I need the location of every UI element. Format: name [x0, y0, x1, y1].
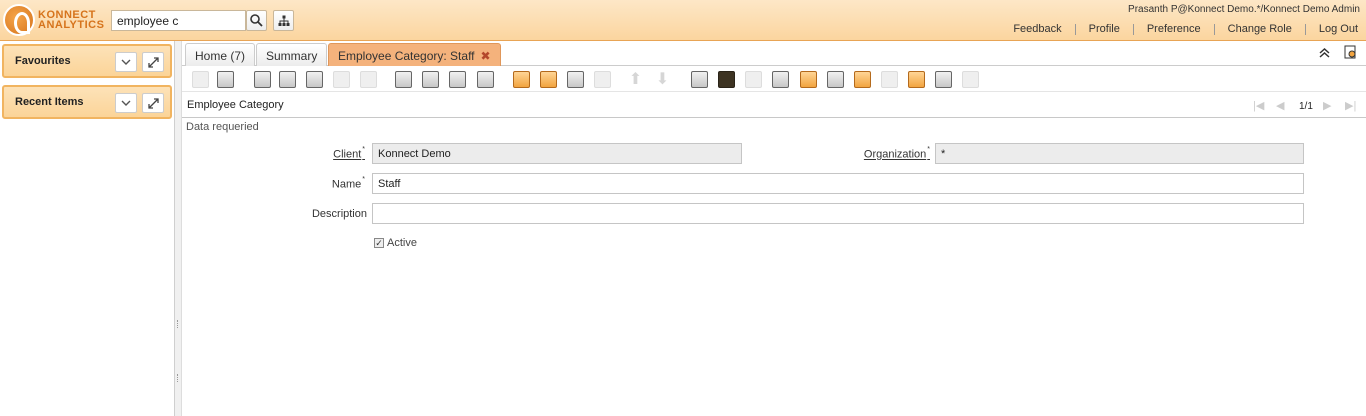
description-label: Description	[311, 208, 367, 220]
expand-icon	[147, 56, 159, 68]
favourites-expand-button[interactable]	[142, 52, 164, 72]
description-field[interactable]	[372, 203, 1304, 224]
name-field[interactable]: Staff	[372, 173, 1304, 194]
report-icon[interactable]	[691, 71, 708, 88]
first-record-icon[interactable]: |◀	[1253, 99, 1264, 112]
organization-label[interactable]: Organization*	[840, 146, 930, 161]
comment-icon[interactable]	[513, 71, 530, 88]
recent-items-title: Recent Items	[15, 96, 84, 108]
next-record-arrow-icon[interactable]: ⬇	[654, 71, 671, 88]
search-icon	[250, 14, 263, 27]
name-label: Name*	[331, 176, 365, 191]
global-search-input[interactable]: employee c	[111, 10, 246, 31]
tab-employee-category[interactable]: Employee Category: Staff ✖	[328, 43, 501, 66]
required-mark: *	[362, 146, 365, 153]
status-message: Data requeried	[186, 121, 259, 133]
copy-record-icon[interactable]	[279, 71, 296, 88]
refresh-icon[interactable]	[395, 71, 412, 88]
panel-splitter[interactable]	[175, 41, 182, 416]
required-mark: *	[927, 146, 930, 153]
product-info-icon[interactable]	[854, 71, 871, 88]
favourites-title: Favourites	[15, 55, 71, 67]
feedback-link[interactable]: Feedback	[1000, 24, 1074, 35]
delete-icon[interactable]	[306, 71, 323, 88]
collapse-up-button[interactable]	[1313, 41, 1335, 63]
chevron-down-icon	[121, 100, 131, 106]
recent-items-expand-button[interactable]	[142, 93, 164, 113]
splitter-grip	[177, 320, 179, 328]
favourites-collapse-button[interactable]	[115, 52, 137, 72]
client-label[interactable]: Client*	[300, 146, 365, 161]
organization-field[interactable]: *	[935, 143, 1304, 164]
workflow-icon[interactable]	[800, 71, 817, 88]
chat-icon[interactable]	[477, 71, 494, 88]
required-mark: *	[362, 176, 365, 183]
splitter-grip	[177, 374, 179, 382]
previous-record-arrow-icon[interactable]: ⬆	[627, 71, 644, 88]
print-icon[interactable]	[745, 71, 762, 88]
tab-home-label: Home (7)	[195, 49, 246, 63]
window-menu-button[interactable]	[1339, 41, 1361, 63]
find-icon[interactable]	[422, 71, 439, 88]
header-links: Feedback Profile Preference Change Role …	[1000, 24, 1358, 35]
window-title: Employee Category	[187, 99, 284, 111]
undo-icon[interactable]	[192, 71, 209, 88]
logo-text-line2: ANALYTICS	[38, 19, 105, 31]
help-icon[interactable]	[217, 71, 234, 88]
sitemap-icon	[278, 15, 289, 26]
close-tab-icon[interactable]: ✖	[481, 49, 491, 63]
lock-icon[interactable]	[827, 71, 844, 88]
post-it-icon[interactable]	[540, 71, 557, 88]
grid-toggle-icon[interactable]	[567, 71, 584, 88]
export-icon[interactable]	[908, 71, 925, 88]
client-field[interactable]: Konnect Demo	[372, 143, 742, 164]
west-panel: Favourites Recent Items	[0, 41, 175, 416]
tab-summary[interactable]: Summary	[256, 43, 328, 66]
document-icon	[1344, 45, 1355, 59]
customize-icon[interactable]	[962, 71, 979, 88]
recent-items-collapse-button[interactable]	[115, 93, 137, 113]
recent-items-panel[interactable]: Recent Items	[2, 85, 172, 119]
next-record-icon[interactable]: ▶	[1323, 99, 1331, 112]
chevron-down-icon	[121, 59, 131, 65]
new-record-icon[interactable]	[254, 71, 271, 88]
user-info: Prasanth P@Konnect Demo.*/Konnect Demo A…	[1128, 4, 1360, 15]
menu-tree-button[interactable]	[273, 10, 294, 31]
record-counter: 1/1	[1299, 101, 1313, 112]
save-new-icon[interactable]	[360, 71, 377, 88]
tab-summary-label: Summary	[266, 49, 318, 63]
import-icon[interactable]	[935, 71, 952, 88]
tab-home[interactable]: Home (7)	[185, 43, 256, 66]
expand-icon	[147, 97, 159, 109]
tab-bar: Home (7) Summary Employee Category: Staf…	[182, 41, 1366, 66]
logout-link[interactable]: Log Out	[1304, 24, 1358, 35]
window-toolbar: ⬆ ⬇	[182, 66, 1366, 92]
zoom-across-icon[interactable]	[772, 71, 789, 88]
parent-record-icon[interactable]	[594, 71, 611, 88]
double-chevron-up-icon	[1319, 47, 1329, 58]
active-checkbox[interactable]: ✓	[374, 238, 384, 248]
archive-icon[interactable]	[718, 71, 735, 88]
app-logo[interactable]: KONNECT ANALYTICS	[3, 4, 107, 36]
change-role-link[interactable]: Change Role	[1213, 24, 1305, 35]
previous-record-icon[interactable]: ◀	[1276, 99, 1284, 112]
profile-link[interactable]: Profile	[1074, 24, 1133, 35]
save-icon[interactable]	[333, 71, 350, 88]
attachment-icon[interactable]	[449, 71, 466, 88]
active-label: Active	[387, 237, 417, 249]
window-title-bar: Employee Category |◀ ◀ 1/1 ▶ ▶|	[182, 92, 1366, 118]
app-header: KONNECT ANALYTICS employee c Prasanth P@…	[0, 0, 1366, 41]
tab-employee-category-label: Employee Category: Staff	[338, 49, 475, 63]
preference-link[interactable]: Preference	[1132, 24, 1214, 35]
favourites-panel[interactable]: Favourites	[2, 44, 172, 78]
search-button[interactable]	[246, 10, 267, 31]
last-record-icon[interactable]: ▶|	[1345, 99, 1356, 112]
process-icon[interactable]	[881, 71, 898, 88]
logo-icon	[3, 4, 35, 36]
